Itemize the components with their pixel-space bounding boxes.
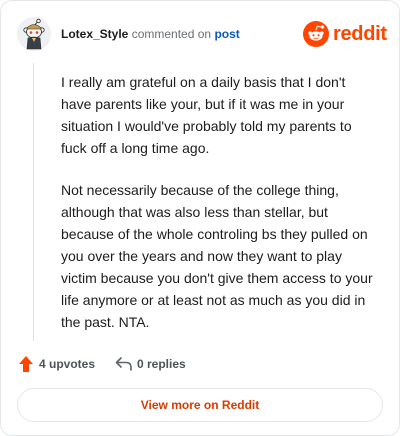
upvote-button[interactable]: 4 upvotes: [19, 355, 101, 373]
thread-line: [33, 63, 34, 341]
user-avatar[interactable]: [17, 17, 51, 51]
reddit-comment-card: Lotex_Style commented on post reddit I r…: [0, 0, 400, 436]
comment-paragraph: Not necessarily because of the college t…: [61, 182, 373, 330]
reply-button[interactable]: 0 replies: [115, 355, 195, 373]
upvote-arrow-icon: [19, 356, 33, 372]
comment-header: Lotex_Style commented on post reddit: [17, 17, 387, 51]
reply-count: 0 replies: [137, 357, 186, 371]
reddit-logo[interactable]: reddit: [303, 21, 387, 47]
view-more-button[interactable]: View more on Reddit: [17, 388, 383, 422]
comment-paragraph: I really am grateful on a daily basis th…: [61, 74, 352, 156]
reddit-snoo-icon: [303, 21, 329, 47]
reddit-wordmark: reddit: [333, 23, 387, 45]
username-link[interactable]: Lotex_Style: [61, 27, 128, 41]
comment-body: I really am grateful on a daily basis th…: [61, 71, 379, 333]
post-link[interactable]: post: [214, 27, 239, 41]
upvote-count: 4 upvotes: [39, 357, 96, 371]
snoo-avatar-icon: [17, 17, 51, 51]
comment-byline: Lotex_Style commented on post: [61, 27, 240, 41]
commented-on-text: commented on: [131, 27, 212, 41]
reply-arrow-icon: [115, 357, 132, 371]
